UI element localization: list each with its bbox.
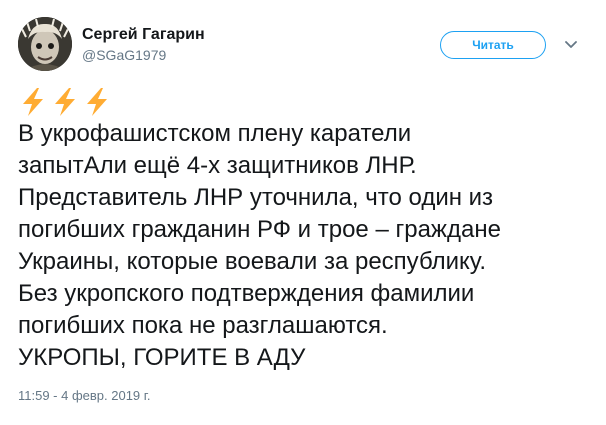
tweet-header: Сергей Гагарин @SGaG1979 Читать [18, 17, 588, 71]
tweet-line: Украины, которые воевали за республику. [18, 248, 487, 275]
user-handle[interactable]: @SGaG1979 [82, 46, 205, 64]
high-voltage-icon [87, 88, 107, 116]
avatar[interactable] [18, 17, 72, 71]
follow-button[interactable]: Читать [440, 31, 546, 59]
display-name[interactable]: Сергей Гагарин [82, 26, 205, 44]
tweet-line: В укрофашистском плену каратели [18, 120, 412, 147]
tweet-line: погибших пока не разглашаются. [18, 312, 388, 339]
tweet-line: погибших гражданин РФ и трое – граждане [18, 216, 501, 243]
user-names: Сергей Гагарин @SGaG1979 [82, 26, 205, 64]
high-voltage-icon [55, 88, 75, 116]
high-voltage-icon [23, 88, 43, 116]
tweet-text: В укрофашистском плену каратели запытАли… [18, 86, 593, 374]
tweet-line: запытАли ещё 4-х защитников ЛНР. [18, 152, 417, 179]
tweet-line: УКРОПЫ, ГОРИТЕ В АДУ [18, 344, 306, 371]
chevron-down-icon [565, 41, 577, 48]
more-menu-button[interactable] [561, 35, 581, 55]
emoji-row [18, 86, 593, 118]
avatar-portrait-icon [18, 17, 72, 71]
tweet-card: Сергей Гагарин @SGaG1979 Читать В укрофа… [0, 0, 606, 425]
tweet-timestamp[interactable]: 11:59 - 4 февр. 2019 г. [18, 388, 151, 404]
tweet-line: Без укропского подтверждения фамилии [18, 280, 475, 307]
tweet-line: Представитель ЛНР уточнила, что один из [18, 184, 494, 211]
